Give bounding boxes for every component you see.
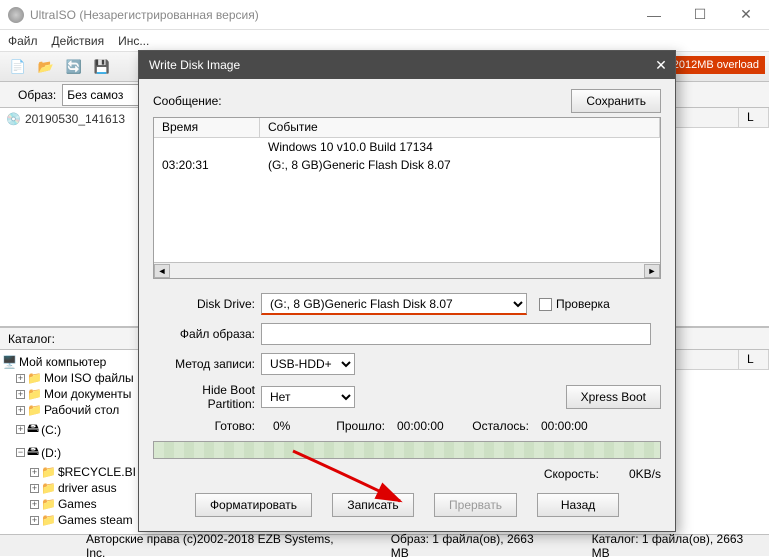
new-icon[interactable]: 📄 <box>6 55 30 79</box>
window-title: UltraISO (Незарегистрированная версия) <box>30 8 259 22</box>
log-box: Время Событие Windows 10 v10.0 Build 171… <box>153 117 661 279</box>
folder-icon: 📁 <box>41 497 56 511</box>
remain-value: 00:00:00 <box>541 419 601 433</box>
dialog-close-button[interactable]: ✕ <box>647 51 675 79</box>
tree-node[interactable]: +📁$RECYCLE.BI <box>2 464 137 480</box>
xpress-boot-button[interactable]: Xpress Boot <box>566 385 661 409</box>
tree-node-d[interactable]: −🖴(D:) <box>2 441 137 464</box>
status-image: Образ: 1 файла(ов), 2663 MB <box>391 532 552 560</box>
tree-root[interactable]: 🖥️Мой компьютер <box>2 354 137 370</box>
log-row: Windows 10 v10.0 Build 17134 <box>154 138 660 156</box>
main-titlebar: UltraISO (Незарегистрированная версия) —… <box>0 0 769 30</box>
tree-node[interactable]: +📁Games <box>2 496 137 512</box>
app-icon <box>8 7 24 23</box>
menu-actions[interactable]: Действия <box>52 34 105 48</box>
status-copyright: Авторские права (c)2002-2018 EZB Systems… <box>8 532 351 560</box>
disk-drive-select[interactable]: (G:, 8 GB)Generic Flash Disk 8.07 <box>261 293 527 315</box>
tree-node[interactable]: +📁driver asus <box>2 480 137 496</box>
expand-icon[interactable]: + <box>30 500 39 509</box>
folder-icon: 📁 <box>27 371 42 385</box>
save-icon[interactable]: 💾 <box>90 55 114 79</box>
message-label: Сообщение: <box>153 94 222 108</box>
menu-file[interactable]: Файл <box>8 34 38 48</box>
expand-icon[interactable]: + <box>30 516 39 525</box>
disk-drive-label: Disk Drive: <box>153 297 261 311</box>
write-method-label: Метод записи: <box>153 357 261 371</box>
folder-icon: 📁 <box>27 387 42 401</box>
expand-icon[interactable]: + <box>16 425 25 434</box>
ready-value: 0% <box>273 419 313 433</box>
drive-icon: 🖴 <box>27 442 39 463</box>
drive-icon: 🖴 <box>27 419 39 440</box>
log-row: 03:20:31(G:, 8 GB)Generic Flash Disk 8.0… <box>154 156 660 174</box>
back-button[interactable]: Назад <box>537 493 619 517</box>
hide-boot-label: Hide Boot Partition: <box>153 383 261 411</box>
write-disk-dialog: Write Disk Image ✕ Сообщение: Сохранить … <box>138 50 676 532</box>
folder-icon: 📁 <box>41 481 56 495</box>
col-l[interactable]: L <box>739 108 769 127</box>
elapsed-label: Прошло: <box>325 419 385 433</box>
abort-button: Прервать <box>434 493 517 517</box>
speed-label: Скорость: <box>544 467 599 481</box>
progress-bar <box>153 441 661 459</box>
folder-icon: 📁 <box>27 403 42 417</box>
maximize-button[interactable]: ☐ <box>677 0 723 30</box>
image-label: Образ: <box>18 88 56 102</box>
scroll-right-icon[interactable]: ► <box>644 264 660 278</box>
expand-icon[interactable]: + <box>16 374 25 383</box>
overload-badge: 2012MB overload <box>667 56 765 74</box>
write-method-select[interactable]: USB-HDD+ <box>261 353 355 375</box>
disc-icon: 💿 <box>6 112 21 126</box>
menu-tools[interactable]: Инс... <box>118 34 149 48</box>
expand-icon[interactable]: + <box>30 484 39 493</box>
statusbar: Авторские права (c)2002-2018 EZB Systems… <box>0 534 769 556</box>
tree-node[interactable]: +📁Мои ISO файлы <box>2 370 137 386</box>
elapsed-value: 00:00:00 <box>397 419 457 433</box>
expand-icon[interactable]: + <box>16 390 25 399</box>
dialog-titlebar[interactable]: Write Disk Image ✕ <box>139 51 675 79</box>
ready-label: Готово: <box>153 419 261 433</box>
folder-icon: 📁 <box>41 513 56 527</box>
save-log-button[interactable]: Сохранить <box>571 89 661 113</box>
image-tree: 💿 20190530_141613 <box>0 108 140 326</box>
computer-icon: 🖥️ <box>2 355 17 369</box>
speed-value: 0KB/s <box>611 467 661 481</box>
write-button[interactable]: Записать <box>332 493 414 517</box>
reload-icon[interactable]: 🔄 <box>62 55 86 79</box>
tree-node[interactable]: +📁Games steam <box>2 512 137 528</box>
menubar: Файл Действия Инс... <box>0 30 769 52</box>
image-file-label: Файл образа: <box>153 327 261 341</box>
verify-label: Проверка <box>556 297 610 311</box>
minimize-button[interactable]: — <box>631 0 677 30</box>
image-file-input[interactable] <box>261 323 651 345</box>
local-tree: 🖥️Мой компьютер +📁Мои ISO файлы +📁Мои до… <box>0 350 140 532</box>
tree-node[interactable]: +📁Рабочий стол <box>2 402 137 418</box>
hide-boot-select[interactable]: Нет <box>261 386 355 408</box>
close-button[interactable]: ✕ <box>723 0 769 30</box>
format-button[interactable]: Форматировать <box>195 493 312 517</box>
expand-icon[interactable]: + <box>30 468 39 477</box>
log-col-event[interactable]: Событие <box>260 118 660 137</box>
remain-label: Осталось: <box>469 419 529 433</box>
folder-icon: 📁 <box>41 465 56 479</box>
scroll-left-icon[interactable]: ◄ <box>154 264 170 278</box>
expand-icon[interactable]: + <box>16 406 25 415</box>
collapse-icon[interactable]: − <box>16 448 25 457</box>
tree-node-c[interactable]: +🖴(C:) <box>2 418 137 441</box>
col-l[interactable]: L <box>739 350 769 369</box>
log-scrollbar[interactable]: ◄ ► <box>154 262 660 278</box>
image-tree-item[interactable]: 💿 20190530_141613 <box>6 112 133 126</box>
dialog-title: Write Disk Image <box>149 58 240 72</box>
open-icon[interactable]: 📂 <box>34 55 58 79</box>
log-col-time[interactable]: Время <box>154 118 260 137</box>
status-catalog: Каталог: 1 файла(ов), 2663 MB <box>592 532 761 560</box>
tree-node[interactable]: +📁Мои документы <box>2 386 137 402</box>
verify-checkbox[interactable] <box>539 298 552 311</box>
